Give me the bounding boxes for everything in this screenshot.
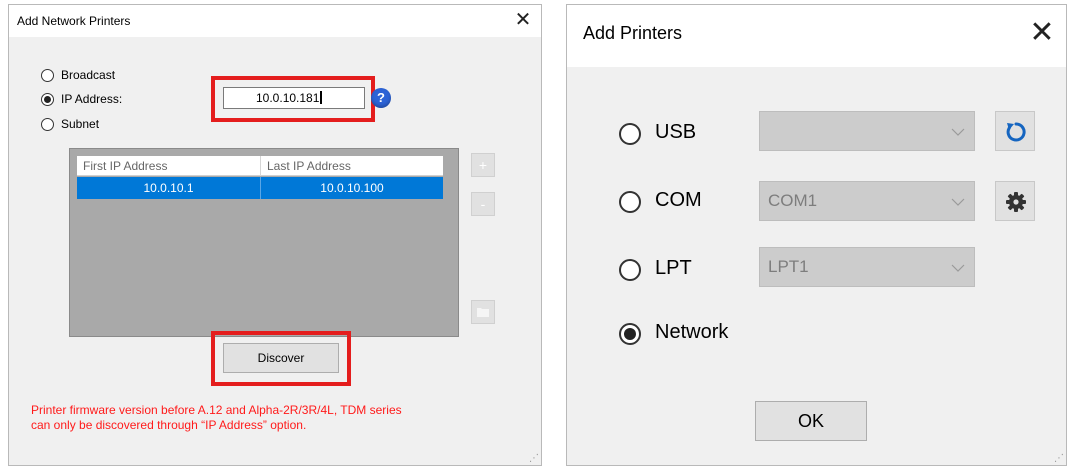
lpt-label: LPT	[655, 257, 692, 279]
subnet-label: Subnet	[61, 117, 100, 131]
last-ip-cell: 10.0.10.100	[320, 181, 384, 195]
ok-button[interactable]: OK	[755, 401, 867, 441]
gear-icon	[1006, 192, 1026, 212]
first-ip-cell: 10.0.10.1	[77, 177, 261, 199]
ip-address-label: IP Address:	[61, 92, 123, 106]
broadcast-label: Broadcast	[61, 68, 116, 82]
folder-icon	[477, 308, 489, 317]
title-bar: Add Printers ✕	[567, 5, 1066, 67]
usb-radio[interactable]	[619, 123, 641, 145]
firmware-note-line-1: Printer firmware version before A.12 and…	[31, 403, 402, 417]
close-button[interactable]: ✕	[509, 7, 537, 33]
column-header-last-ip[interactable]: Last IP Address	[261, 156, 443, 176]
usb-label: USB	[655, 121, 697, 143]
lpt-radio[interactable]	[619, 259, 641, 281]
network-label: Network	[655, 321, 729, 343]
com-radio[interactable]	[619, 191, 641, 213]
resize-grip-icon[interactable]: ⋰	[1054, 453, 1064, 464]
ip-range-table: First IP Address Last IP Address 10.0.10…	[69, 148, 459, 337]
add-range-button[interactable]: +	[471, 153, 495, 177]
help-icon[interactable]: ?	[371, 88, 391, 108]
chevron-down-icon	[950, 112, 966, 150]
dialog-title: Add Network Printers	[17, 14, 131, 28]
chevron-down-icon	[950, 248, 966, 286]
firmware-note: Printer firmware version before A.12 and…	[31, 403, 531, 433]
remove-range-button[interactable]: -	[471, 192, 495, 216]
column-header-first-ip[interactable]: First IP Address	[77, 156, 261, 176]
close-button[interactable]: ✕	[1024, 15, 1060, 51]
ip-address-input[interactable]: 10.0.10.181	[223, 87, 365, 109]
com-select-value: COM1	[768, 191, 818, 210]
refresh-button[interactable]	[995, 111, 1035, 151]
usb-printer-select[interactable]	[759, 111, 975, 151]
network-radio[interactable]	[619, 323, 641, 345]
firmware-note-line-2: can only be discovered through “IP Addre…	[31, 418, 307, 432]
table-header: First IP Address Last IP Address	[77, 156, 443, 176]
dialog-title: Add Printers	[583, 23, 683, 43]
text-caret	[320, 91, 323, 104]
title-bar: Add Network Printers ✕	[9, 5, 541, 37]
open-folder-button[interactable]	[471, 300, 495, 324]
refresh-icon	[1006, 122, 1026, 142]
lpt-port-select[interactable]: LPT1	[759, 247, 975, 287]
add-network-printers-dialog: Add Network Printers ✕ Broadcast IP Addr…	[8, 4, 542, 466]
lpt-select-value: LPT1	[768, 257, 809, 276]
chevron-down-icon	[950, 182, 966, 220]
broadcast-radio[interactable]	[41, 69, 54, 82]
com-port-select[interactable]: COM1	[759, 181, 975, 221]
discover-button[interactable]: Discover	[223, 343, 339, 373]
com-settings-button[interactable]	[995, 181, 1035, 221]
add-printers-dialog: Add Printers ✕ USB COM COM1 LPT LPT1 Net…	[566, 4, 1067, 466]
resize-grip-icon[interactable]: ⋰	[529, 453, 539, 464]
subnet-radio[interactable]	[41, 118, 54, 131]
ip-address-value: 10.0.10.181	[256, 91, 320, 105]
ip-address-radio[interactable]	[41, 93, 54, 106]
com-label: COM	[655, 189, 702, 211]
table-row[interactable]: 10.0.10.1 10.0.10.100	[77, 177, 443, 199]
